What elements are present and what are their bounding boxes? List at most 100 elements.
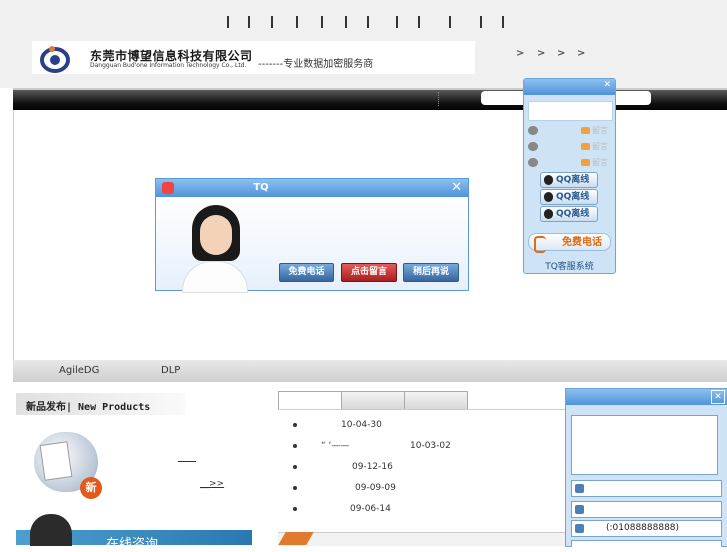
qq-panel-header [528,101,613,121]
company-name-en: Dangguan Bud'one Information Technology … [90,62,247,69]
chevron-right-icon[interactable]: > [537,48,545,59]
tab-dlp[interactable]: DLP [161,365,180,376]
name-field[interactable] [571,480,722,497]
new-badge: 新 [80,477,102,499]
news-date: 09-06-14 [350,504,391,514]
chevron-right-icon[interactable]: > [577,48,585,59]
top-link-separator [296,16,298,28]
product-tab-strip: AgileDG DLP [13,360,727,382]
tq-popup-title: TQ [253,182,269,193]
news-item[interactable]: “ ‘—— 10-03-02 [293,441,451,451]
tq-chat-popup: TQ ✕ 免费电话 点击留言 稍后再说 [155,178,469,293]
mail-icon [575,505,584,514]
news-title: “ ‘—— [321,441,350,451]
news-item[interactable]: 09-09-09 [293,483,396,493]
qq-contact-row[interactable]: 留言 [528,124,611,138]
top-link-separator [321,16,323,28]
company-slogan: -------专业数据加密服务商 [258,59,374,70]
chevron-right-icon[interactable]: > [516,48,524,59]
chat-panel-titlebar: ✕ [566,389,727,405]
qq-contact-row[interactable]: 留言 [528,156,611,170]
qq-row-label: 留言 [592,158,608,167]
mail-icon [581,159,590,166]
penguin-icon [544,191,553,202]
phone-number: (:01088888888) [606,523,680,533]
company-logo-icon [40,46,70,73]
top-link-separator [449,16,451,28]
qq-button-label: QQ离线 [556,192,590,202]
bullet-icon [293,506,297,511]
qq-button-label: QQ离线 [556,209,590,219]
top-link-separator [480,16,482,28]
tab-news-2[interactable] [341,391,405,410]
user-icon [528,126,538,135]
new-products-header: 新品发布| New Products [16,393,186,415]
close-icon[interactable]: ✕ [451,180,462,195]
agent-avatar [30,514,72,546]
bullet-icon [293,422,297,427]
qq-panel-titlebar: ✕ [524,79,615,95]
top-link-separator [418,16,420,28]
qq-row-label: 留言 [592,142,608,151]
mail-icon [581,127,590,134]
user-icon [575,484,584,493]
email-field[interactable] [571,501,722,518]
news-date: 09-12-16 [352,462,393,472]
tq-service-label[interactable]: TQ客服系统 [524,259,615,272]
news-item[interactable]: 09-06-14 [293,504,391,514]
more-link[interactable]: __>> [200,479,224,489]
top-link-separator [502,16,504,28]
online-consult-bar[interactable]: 在线咨询 [16,514,252,552]
news-item[interactable]: 10-04-30 [293,420,382,430]
chat-panel: ✕ (:01088888888) [565,388,727,547]
free-call-button[interactable]: 免费电话 [279,263,334,282]
message-textarea[interactable] [571,415,718,475]
user-icon [528,142,538,151]
phone-field[interactable]: (:01088888888) [571,520,722,537]
news-date: 10-03-02 [410,441,451,451]
qq-offline-button[interactable]: QQ离线 [540,189,598,205]
news-item[interactable]: 09-12-16 [293,462,393,472]
phone-icon [534,236,546,253]
leave-message-button[interactable]: 点击留言 [341,263,397,282]
tab-news-1[interactable] [278,391,342,410]
agent-face [200,215,232,255]
qq-offline-button[interactable]: QQ离线 [540,172,598,188]
news-date: 09-09-09 [355,483,396,493]
news-date: 10-04-30 [341,420,382,430]
user-icon [528,158,538,167]
top-link-separator [396,16,398,28]
top-link-separator [345,16,347,28]
product-box-icon [39,441,73,481]
nav-divider [438,92,440,106]
close-icon[interactable]: ✕ [603,80,611,90]
company-logo-banner[interactable]: 东莞市博望信息科技有限公司 Dangguan Bud'one Informati… [32,41,475,74]
close-icon[interactable]: ✕ [711,390,725,404]
qq-row-label: 留言 [592,126,608,135]
top-link-separator [367,16,369,28]
bullet-icon [293,485,297,490]
qq-contact-row[interactable]: 留言 [528,140,611,154]
phone-icon [575,524,584,533]
qq-float-panel: ✕ 免费电话 TQ客服系统 留言 留言 留言 QQ离线 QQ离线 QQ离线 [523,78,616,274]
new-products-title: 新品发布| New Products [26,402,151,413]
tab-underline [278,409,578,410]
mail-icon [581,143,590,150]
tab-news-3[interactable] [404,391,468,410]
online-consult-label: 在线咨询 [106,537,159,552]
bullet-icon [293,443,297,448]
chevron-right-icon[interactable]: > [557,48,565,59]
bullet-icon [293,464,297,469]
lower-section-strip [278,532,568,546]
penguin-icon [544,208,553,219]
top-link-separator [227,16,229,28]
qq-offline-button[interactable]: QQ离线 [540,206,598,222]
later-button[interactable]: 稍后再说 [403,263,459,282]
tq-popup-titlebar: TQ ✕ [156,179,468,197]
top-link-separator [271,16,273,28]
penguin-icon [544,174,553,185]
tab-agiledg[interactable]: AgileDG [59,365,99,376]
product-link[interactable] [178,461,196,462]
qq-button-label: QQ离线 [556,175,590,185]
extra-field[interactable] [571,540,722,547]
